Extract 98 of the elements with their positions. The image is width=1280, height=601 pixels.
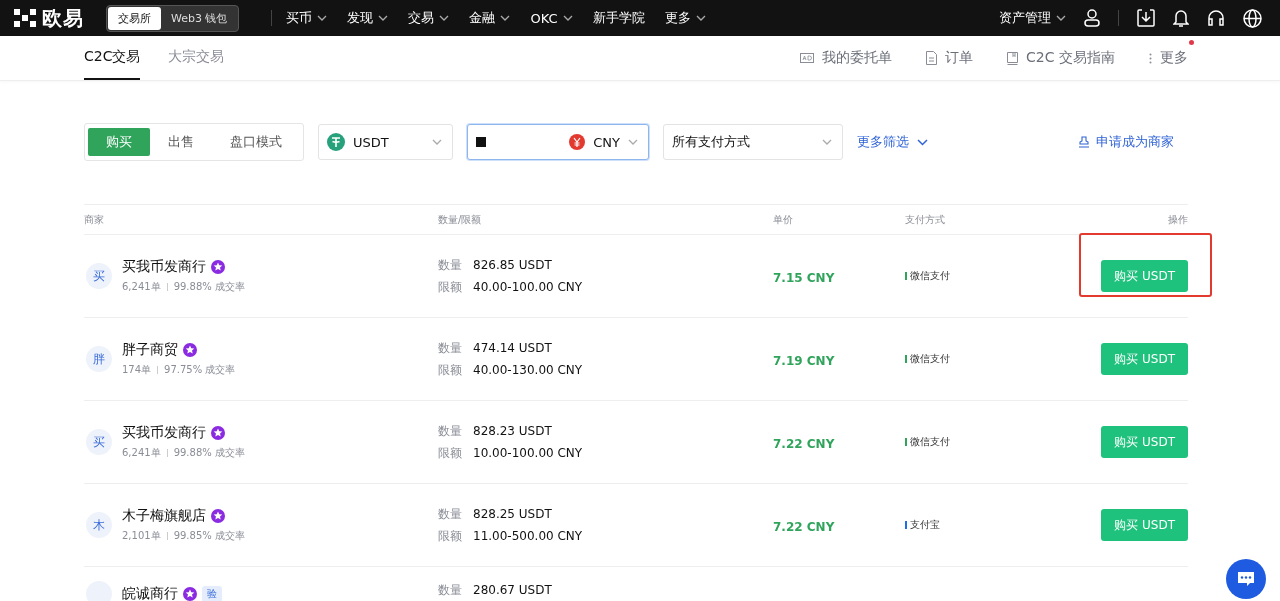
column-header: 商家 bbox=[84, 212, 105, 227]
merchant-name[interactable]: 买我币发商行 bbox=[122, 258, 206, 276]
merchant-avatar: 木 bbox=[86, 512, 112, 538]
quantity-label: 数量 bbox=[438, 582, 463, 599]
column-header: 单价 bbox=[773, 212, 794, 227]
chat-bubble-icon bbox=[1236, 571, 1256, 587]
merchant-avatar: 胖 bbox=[86, 346, 112, 372]
merchant-name[interactable]: 皖诚商行 bbox=[122, 585, 178, 601]
apply-merchant-link[interactable]: 申请成为商家 bbox=[1078, 133, 1174, 151]
payment-method: 微信支付 bbox=[910, 435, 950, 449]
quantity-label: 数量 bbox=[438, 257, 463, 274]
completion-rate: 99.88% 成交率 bbox=[173, 280, 245, 294]
merchant-name[interactable]: 木子梅旗舰店 bbox=[122, 507, 206, 525]
completion-rate: 99.88% 成交率 bbox=[173, 446, 245, 460]
payment-select[interactable]: 所有支付方式 bbox=[663, 124, 843, 160]
column-header: 操作 bbox=[1167, 212, 1188, 227]
merchant-avatar: 买 bbox=[86, 263, 112, 289]
limit-value: 40.00-130.00 CNY bbox=[473, 363, 583, 377]
unit-price: 7.19 CNY bbox=[773, 353, 835, 368]
trade-side-tab[interactable]: 盘口模式 bbox=[212, 128, 300, 156]
chevron-icon bbox=[822, 139, 832, 145]
download-icon[interactable] bbox=[1137, 9, 1155, 27]
header-link[interactable]: 订单 bbox=[926, 49, 974, 67]
limit-value: 40.00-100.00 CNY bbox=[473, 280, 583, 294]
completion-rate: 97.75% 成交率 bbox=[164, 363, 236, 377]
more-filters-link[interactable]: 更多筛选 bbox=[857, 133, 928, 151]
order-count: 6,241单 bbox=[122, 446, 161, 460]
limit-label: 限额 bbox=[438, 362, 463, 379]
globe-icon[interactable] bbox=[1243, 8, 1262, 28]
merchant-avatar: 买 bbox=[86, 429, 112, 455]
page-tab[interactable]: 大宗交易 bbox=[168, 36, 225, 80]
quantity-value: 280.67 USDT bbox=[473, 583, 552, 597]
quantity-label: 数量 bbox=[438, 340, 463, 357]
payment-method: 微信支付 bbox=[910, 269, 950, 283]
quantity-value: 474.14 USDT bbox=[473, 341, 552, 355]
order-count: 6,241单 bbox=[122, 280, 161, 294]
star-badge-icon bbox=[211, 426, 225, 440]
book-icon bbox=[1007, 51, 1019, 65]
verified-tag: 验 bbox=[202, 586, 222, 601]
order-count: 2,101单 bbox=[122, 529, 161, 543]
order-count: 174单 bbox=[122, 363, 152, 377]
nav-menu-item[interactable]: 交易 bbox=[408, 9, 450, 27]
trade-side-tab[interactable]: 出售 bbox=[150, 128, 212, 156]
ad-icon bbox=[800, 53, 815, 63]
star-badge-icon bbox=[183, 343, 197, 357]
quantity-label: 数量 bbox=[438, 423, 463, 440]
payment-method: 支付宝 bbox=[910, 518, 940, 532]
yuan-icon bbox=[569, 134, 586, 150]
nav-menu-item[interactable]: 金融 bbox=[469, 9, 511, 27]
page-tab[interactable]: C2C交易 bbox=[84, 36, 141, 80]
nav-menu-item[interactable]: 更多 bbox=[664, 9, 706, 27]
quantity-label: 数量 bbox=[438, 506, 463, 523]
mode-tab[interactable]: 交易所 bbox=[108, 6, 161, 30]
header-link[interactable]: C2C 交易指南 bbox=[1007, 49, 1115, 67]
star-badge-icon bbox=[211, 509, 225, 523]
unit-price: 7.15 CNY bbox=[773, 270, 835, 285]
redaction-mark bbox=[476, 137, 486, 147]
headset-icon[interactable] bbox=[1207, 9, 1225, 27]
mode-tab[interactable]: Web3 钱包 bbox=[161, 6, 238, 30]
quantity-value: 828.25 USDT bbox=[473, 507, 552, 521]
payment-method: 微信支付 bbox=[910, 352, 950, 366]
limit-label: 限额 bbox=[438, 279, 463, 296]
limit-label: 限额 bbox=[438, 528, 463, 545]
chevron-icon bbox=[628, 139, 638, 145]
more-dots-icon bbox=[1149, 52, 1152, 64]
nav-menu-item[interactable]: 发现 bbox=[347, 9, 389, 27]
unit-price: 7.22 CNY bbox=[773, 519, 835, 534]
completion-rate: 99.85% 成交率 bbox=[173, 529, 245, 543]
merchant-name[interactable]: 胖子商贸 bbox=[122, 341, 178, 359]
limit-value: 10.00-100.00 CNY bbox=[473, 446, 583, 460]
header-link[interactable]: 我的委托单 bbox=[800, 49, 893, 67]
quantity-value: 828.23 USDT bbox=[473, 424, 552, 438]
header-link[interactable]: 更多 bbox=[1149, 49, 1188, 67]
merchant-name[interactable]: 买我币发商行 bbox=[122, 424, 206, 442]
checker-logo-icon bbox=[14, 9, 36, 27]
nav-menu-item[interactable]: OKC bbox=[530, 10, 573, 26]
limit-label: 限额 bbox=[438, 445, 463, 462]
currency-select[interactable]: CNY bbox=[467, 124, 649, 160]
chat-button[interactable] bbox=[1226, 559, 1266, 599]
quantity-value: 826.85 USDT bbox=[473, 258, 552, 272]
star-badge-icon bbox=[211, 260, 225, 274]
stamp-icon bbox=[1078, 136, 1090, 148]
tether-icon bbox=[327, 133, 345, 151]
chevron-icon bbox=[917, 138, 928, 146]
bell-icon[interactable] bbox=[1173, 9, 1189, 27]
crypto-select[interactable]: USDT bbox=[318, 124, 453, 160]
unit-price: 7.22 CNY bbox=[773, 436, 835, 451]
column-header: 数量/限额 bbox=[438, 212, 483, 227]
nav-menu-item[interactable]: 新手学院 bbox=[592, 9, 645, 27]
nav-menu-item[interactable]: 买币 bbox=[286, 9, 328, 27]
logo-text[interactable]: 欧易 bbox=[42, 4, 84, 32]
asset-menu[interactable]: 资产管理 bbox=[999, 9, 1066, 27]
chevron-icon bbox=[432, 139, 442, 145]
column-header: 支付方式 bbox=[905, 212, 946, 227]
document-icon bbox=[926, 51, 938, 65]
chevron-icon bbox=[1056, 15, 1066, 21]
user-icon[interactable] bbox=[1084, 9, 1100, 27]
limit-value: 11.00-500.00 CNY bbox=[473, 529, 583, 543]
